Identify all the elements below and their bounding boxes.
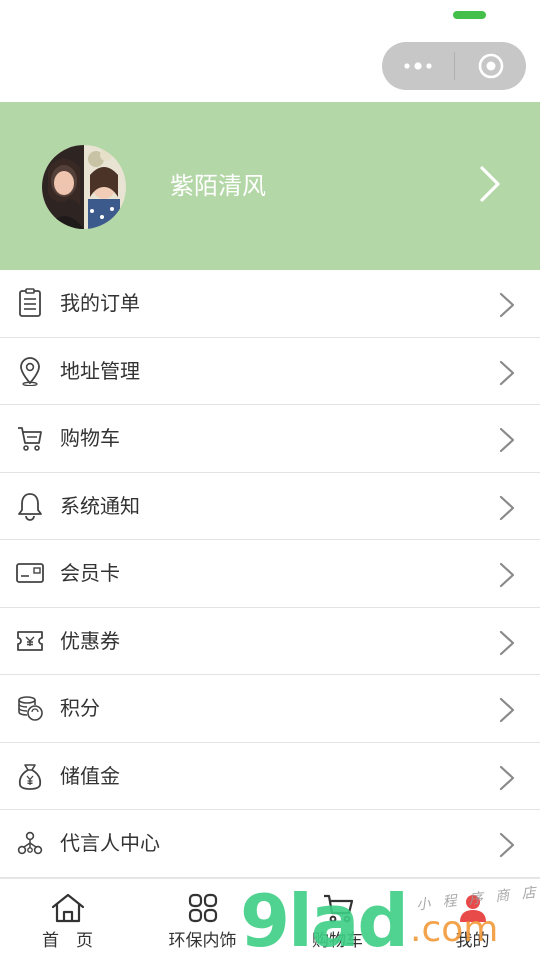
- close-miniprogram-button[interactable]: [455, 42, 526, 90]
- chevron-right-icon: [498, 696, 516, 728]
- menu-item-member-card[interactable]: 会员卡: [0, 540, 540, 608]
- menu-item-points[interactable]: 积分: [0, 675, 540, 743]
- chevron-right-icon: [498, 291, 516, 323]
- tab-mine[interactable]: 我的: [405, 879, 540, 960]
- cart-tab-icon: [320, 891, 356, 925]
- miniprogram-capsule: [382, 42, 526, 90]
- user-icon: [455, 891, 491, 925]
- chevron-right-icon: [498, 561, 516, 593]
- menu-item-address[interactable]: 地址管理: [0, 337, 540, 405]
- chevron-right-icon: [498, 629, 516, 661]
- target-close-icon: [478, 53, 503, 79]
- avatar-photo-icon: [42, 145, 126, 229]
- menu-item-label: 会员卡: [60, 561, 120, 585]
- more-menu-button[interactable]: [382, 42, 454, 90]
- menu-item-cart[interactable]: 购物车: [0, 405, 540, 473]
- menu-item-orders[interactable]: 我的订单: [0, 270, 540, 338]
- menu-item-label: 我的订单: [60, 291, 140, 315]
- member-card-icon: [15, 557, 45, 589]
- menu-item-label: 优惠券: [60, 628, 120, 653]
- tab-label: 首 页: [42, 931, 93, 951]
- cart-icon: [15, 422, 45, 454]
- menu-item-label: 系统通知: [60, 493, 140, 518]
- menu-item-label: 储值金: [60, 763, 120, 788]
- menu-list: 我的订单 地址管理 购物车 系统通知 会员卡 优惠券 积分 储值金 代言人中心: [0, 270, 540, 878]
- profile-chevron-right-icon[interactable]: [478, 164, 502, 208]
- more-dots-icon: [404, 62, 432, 70]
- tab-home[interactable]: 首 页: [0, 879, 135, 960]
- grid-icon: [185, 891, 221, 925]
- chevron-right-icon: [498, 494, 516, 526]
- bottom-tab-bar: 首 页 环保内饰 购物车 我的: [0, 878, 540, 960]
- menu-item-stored-value[interactable]: 储值金: [0, 742, 540, 810]
- money-bag-icon: [15, 760, 45, 792]
- tab-cart[interactable]: 购物车: [270, 879, 405, 960]
- chevron-right-icon: [498, 359, 516, 391]
- top-indicator: [453, 11, 486, 19]
- order-list-icon: [15, 287, 45, 319]
- menu-item-spokesperson[interactable]: 代言人中心: [0, 810, 540, 878]
- menu-item-label: 代言人中心: [60, 831, 160, 855]
- points-coins-icon: [15, 692, 45, 724]
- bell-icon: [15, 490, 45, 522]
- avatar[interactable]: [42, 145, 126, 229]
- location-pin-icon: [15, 355, 45, 387]
- menu-item-label: 地址管理: [60, 358, 140, 383]
- menu-item-coupons[interactable]: 优惠券: [0, 607, 540, 675]
- tab-label: 购物车: [312, 931, 363, 951]
- tab-eco-interior[interactable]: 环保内饰: [135, 879, 270, 960]
- username: 紫陌清风: [170, 172, 266, 200]
- tab-label: 环保内饰: [168, 931, 237, 951]
- menu-item-notifications[interactable]: 系统通知: [0, 472, 540, 540]
- status-bar: [0, 0, 540, 100]
- chevron-right-icon: [498, 831, 516, 863]
- home-icon: [50, 891, 86, 925]
- menu-item-label: 购物车: [60, 426, 120, 450]
- chevron-right-icon: [498, 426, 516, 458]
- tab-label: 我的: [455, 931, 490, 951]
- chevron-right-icon: [498, 764, 516, 796]
- network-icon: [15, 827, 45, 859]
- menu-item-label: 积分: [60, 696, 100, 720]
- coupon-icon: [15, 625, 45, 657]
